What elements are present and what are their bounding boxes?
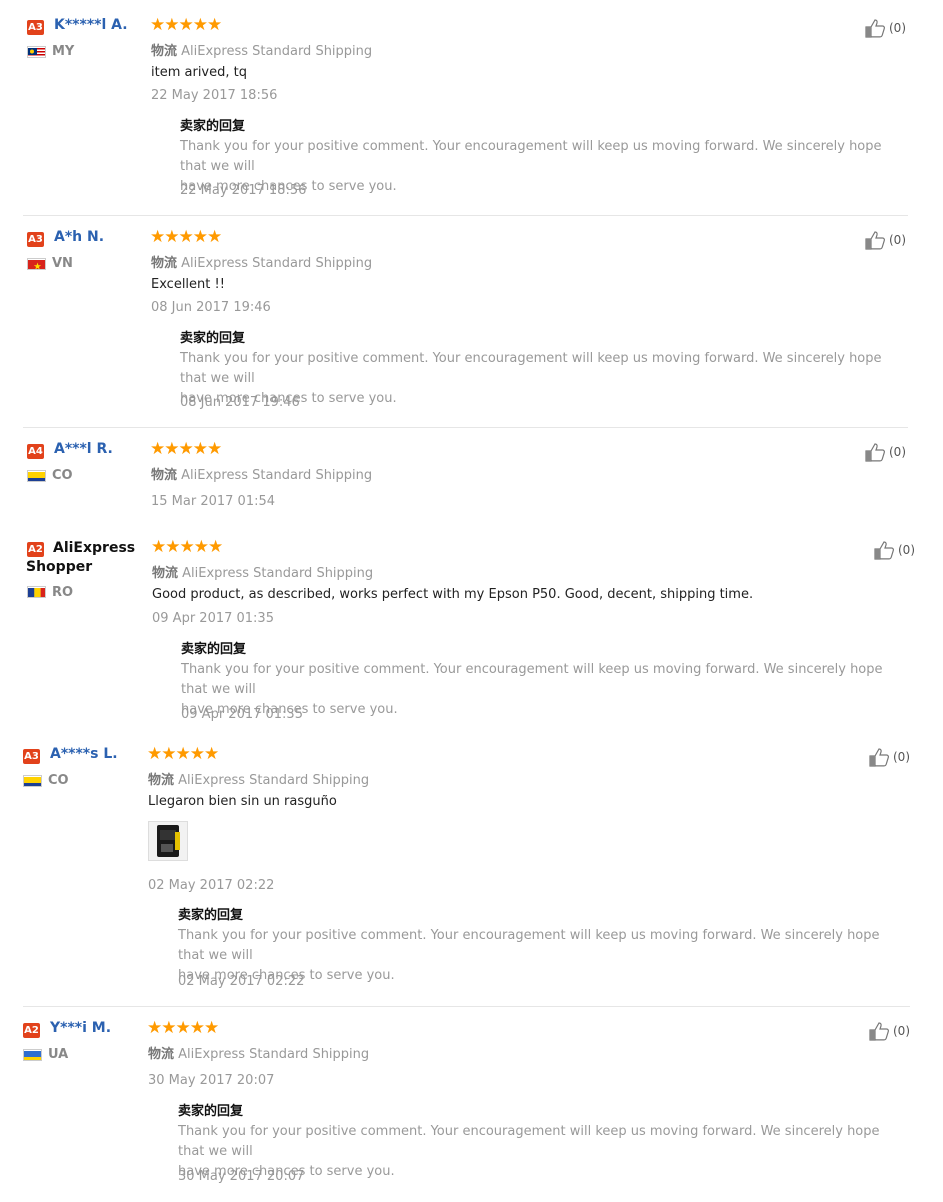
- shipping-value: AliExpress Standard Shipping: [178, 1047, 370, 1062]
- country-code: MY: [52, 44, 75, 59]
- reply-line: Thank you for your positive comment. You…: [178, 1124, 880, 1159]
- shipping-method: 物流 AliExpress Standard Shipping: [151, 464, 372, 483]
- reviewer-name-link[interactable]: A****s L.: [50, 746, 118, 762]
- star-rating: ★★★★★: [151, 537, 223, 556]
- level-badge: A3: [23, 749, 40, 764]
- flag-ua-icon: [23, 1049, 42, 1061]
- country-code: UA: [48, 1047, 69, 1062]
- seller-reply-title: 卖家的回复: [181, 642, 247, 657]
- review-item: A3 A*h N. VN ★★★★★ 物流 AliExpress Standar…: [0, 212, 943, 428]
- review-date: 02 May 2017 02:22: [148, 878, 275, 893]
- like-count: (0): [889, 233, 906, 247]
- seller-reply-title: 卖家的回复: [180, 331, 246, 346]
- star-rating: ★★★★★: [147, 744, 219, 763]
- review-comment: Llegaron bien sin un rasguño: [148, 794, 337, 809]
- flag-co-icon: [23, 775, 42, 787]
- star-rating: ★★★★★: [150, 439, 222, 458]
- seller-reply-date: 08 Jun 2017 19:46: [180, 395, 300, 410]
- flag-vn-icon: [27, 258, 46, 270]
- flag-my-icon: [27, 46, 46, 58]
- flag-ro-icon: [27, 586, 46, 598]
- star-rating: ★★★★★: [147, 1018, 219, 1037]
- review-item: A2 AliExpress Shopper RO ★★★★★ 物流 AliExp…: [0, 522, 943, 732]
- flag-co-icon: [27, 470, 46, 482]
- shipping-value: AliExpress Standard Shipping: [181, 468, 373, 483]
- review-item: A4 A***l R. CO ★★★★★ 物流 AliExpress Stand…: [0, 424, 943, 524]
- thumbs-up-icon: [869, 1022, 889, 1041]
- review-date: 08 Jun 2017 19:46: [151, 300, 271, 315]
- shipping-label: 物流: [151, 256, 178, 271]
- thumbs-up-icon: [865, 19, 885, 38]
- seller-reply-title: 卖家的回复: [178, 908, 244, 923]
- review-item: A3 A****s L. CO ★★★★★ 物流 AliExpress Stan…: [0, 728, 943, 1008]
- shipping-value: AliExpress Standard Shipping: [181, 44, 373, 59]
- thumbs-up-icon: [865, 231, 885, 250]
- review-photo-thumbnail[interactable]: [148, 821, 188, 861]
- shipping-method: 物流 AliExpress Standard Shipping: [152, 562, 373, 581]
- seller-reply-date: 22 May 2017 18:56: [180, 183, 307, 198]
- level-badge: A3: [27, 20, 44, 35]
- shipping-value: AliExpress Standard Shipping: [181, 256, 373, 271]
- review-date: 09 Apr 2017 01:35: [152, 611, 274, 626]
- shipping-value: AliExpress Standard Shipping: [178, 773, 370, 788]
- star-rating: ★★★★★: [150, 227, 222, 246]
- thumbs-up-icon: [865, 443, 885, 462]
- reply-line: Thank you for your positive comment. You…: [178, 928, 880, 963]
- like-count: (0): [898, 543, 915, 557]
- review-comment: item arived, tq: [151, 65, 247, 80]
- review-item: A3 K*****l A. MY ★★★★★ 物流 AliExpress Sta…: [0, 0, 943, 216]
- like-button[interactable]: (0): [865, 18, 906, 38]
- level-badge: A4: [27, 444, 44, 459]
- reviewer-name-link[interactable]: Y***i M.: [50, 1020, 111, 1036]
- review-item: A2 Y***i M. UA ★★★★★ 物流 AliExpress Stand…: [0, 1002, 943, 1202]
- review-comment: Good product, as described, works perfec…: [152, 587, 754, 602]
- level-badge: A3: [27, 232, 44, 247]
- shipping-label: 物流: [148, 773, 175, 788]
- like-count: (0): [889, 21, 906, 35]
- shipping-label: 物流: [151, 44, 178, 59]
- reviewer-name-link[interactable]: A*h N.: [54, 229, 104, 245]
- seller-reply-date: 30 May 2017 20:07: [178, 1169, 305, 1184]
- reviewer-name: AliExpress Shopper: [26, 540, 136, 575]
- shipping-method: 物流 AliExpress Standard Shipping: [151, 40, 372, 59]
- like-button[interactable]: (0): [869, 1021, 910, 1041]
- review-date: 15 Mar 2017 01:54: [151, 494, 276, 509]
- reply-line: Thank you for your positive comment. You…: [180, 351, 882, 386]
- shipping-method: 物流 AliExpress Standard Shipping: [148, 769, 369, 788]
- shipping-label: 物流: [152, 566, 179, 581]
- like-count: (0): [889, 445, 906, 459]
- like-button[interactable]: (0): [865, 230, 906, 250]
- reviewer-name-link[interactable]: K*****l A.: [54, 17, 128, 33]
- shipping-method: 物流 AliExpress Standard Shipping: [151, 252, 372, 271]
- shipping-value: AliExpress Standard Shipping: [182, 566, 374, 581]
- seller-reply-date: 09 Apr 2017 01:35: [181, 707, 303, 722]
- like-count: (0): [893, 1024, 910, 1038]
- star-rating: ★★★★★: [150, 15, 222, 34]
- shipping-label: 物流: [148, 1047, 175, 1062]
- review-date: 22 May 2017 18:56: [151, 88, 278, 103]
- country-code: CO: [48, 773, 69, 788]
- country-code: CO: [52, 468, 73, 483]
- reviewer-name-link[interactable]: A***l R.: [54, 441, 113, 457]
- review-comment: Excellent !!: [151, 277, 225, 292]
- like-count: (0): [893, 750, 910, 764]
- seller-reply-date: 02 May 2017 02:22: [178, 974, 305, 989]
- review-date: 30 May 2017 20:07: [148, 1073, 275, 1088]
- reply-line: Thank you for your positive comment. You…: [180, 139, 882, 174]
- thumbs-up-icon: [869, 748, 889, 767]
- seller-reply-title: 卖家的回复: [180, 119, 246, 134]
- reply-line: Thank you for your positive comment. You…: [181, 662, 883, 697]
- level-badge: A2: [23, 1023, 40, 1038]
- reviewer-name-link[interactable]: AliExpress Shopper: [26, 539, 135, 577]
- thumbs-up-icon: [874, 541, 894, 560]
- like-button[interactable]: (0): [865, 442, 906, 462]
- country-code: VN: [52, 256, 73, 271]
- like-button[interactable]: (0): [869, 747, 910, 767]
- shipping-label: 物流: [151, 468, 178, 483]
- seller-reply-title: 卖家的回复: [178, 1104, 244, 1119]
- country-code: RO: [52, 585, 74, 600]
- like-button[interactable]: (0): [874, 540, 915, 560]
- shipping-method: 物流 AliExpress Standard Shipping: [148, 1043, 369, 1062]
